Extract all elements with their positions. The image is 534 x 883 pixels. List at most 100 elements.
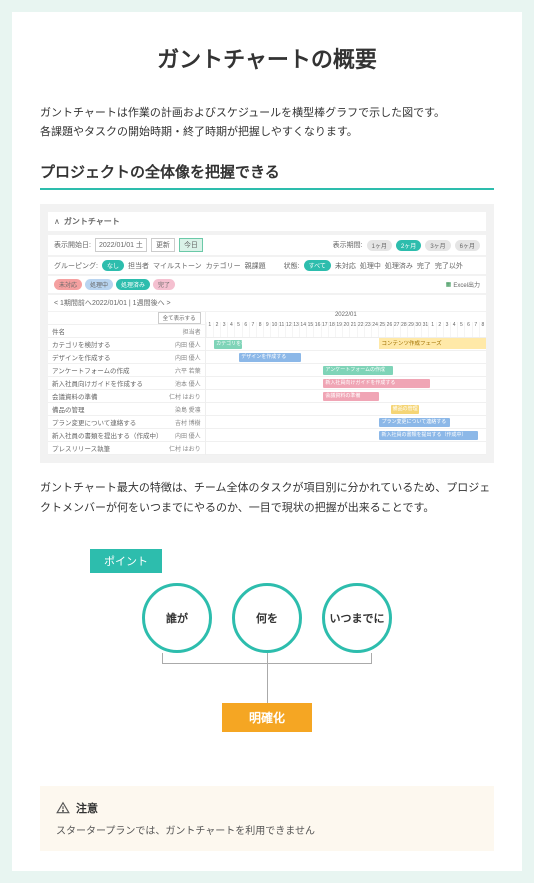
description-text: ガントチャート最大の特徴は、チーム全体のタスクが項目別に分かれているため、プロジ…	[40, 479, 494, 519]
page-title: ガントチャートの概要	[40, 42, 494, 74]
grouping-option[interactable]: 親課題	[245, 261, 266, 271]
day-cell: 10	[270, 322, 277, 337]
excel-export-button[interactable]: ▦ Excel出力	[446, 280, 480, 289]
gantt-header-row: 件名 担当者	[48, 325, 205, 338]
gantt-grid: 全て表示する 件名 担当者 カテゴリを検討する内田 優人 デザインを作成する内田…	[48, 312, 486, 455]
status-option[interactable]: 未対応	[335, 261, 356, 271]
day-cell: 1	[428, 322, 435, 337]
status-option[interactable]: 完了	[417, 261, 431, 271]
intro-text: ガントチャートは作業の計画およびスケジュールを横型棒グラフで示した図です。 各課…	[40, 104, 494, 141]
collapse-icon[interactable]: ∧	[54, 217, 60, 226]
status-option[interactable]: 完了以外	[435, 261, 463, 271]
gantt-title: ガントチャート	[64, 216, 120, 227]
circle-what: 何を	[232, 583, 302, 653]
gantt-bar[interactable]: デザインを作成する	[239, 353, 301, 362]
status-option[interactable]: 処理済み	[385, 261, 413, 271]
table-row[interactable]: デザインを作成する内田 優人	[48, 351, 205, 364]
warning-title: 注意	[56, 800, 478, 816]
day-cell: 5	[457, 322, 464, 337]
circle-row: 誰が 何を いつまでに	[40, 583, 494, 653]
day-cell: 28	[400, 322, 407, 337]
table-row[interactable]: プラン変更について連絡する吉村 博樹	[48, 416, 205, 429]
day-cell: 27	[393, 322, 400, 337]
day-cell: 11	[278, 322, 285, 337]
warning-icon	[56, 801, 70, 815]
day-cell: 24	[371, 322, 378, 337]
intro-line-1: ガントチャートは作業の計画およびスケジュールを横型棒グラフで示した図です。	[40, 107, 445, 119]
table-row[interactable]: プレスリリース執筆仁村 はおり	[48, 442, 205, 455]
gantt-tags-row: 未対応 処理中 処理済み 完了 ▦ Excel出力	[48, 276, 486, 293]
connector-lines	[142, 663, 392, 703]
day-cell: 7	[472, 322, 479, 337]
day-cell: 23	[364, 322, 371, 337]
day-cell: 5	[234, 322, 241, 337]
day-cell: 8	[479, 322, 486, 337]
day-cell: 4	[227, 322, 234, 337]
gantt-bar[interactable]: プラン変更について連絡する	[379, 418, 449, 427]
grouping-option[interactable]: マイルストーン	[153, 261, 202, 271]
gantt-bar[interactable]: 備品の管理	[391, 405, 419, 414]
start-date-input[interactable]: 2022/01/01 土	[95, 238, 147, 252]
gantt-bar[interactable]: 新入社員の書類を提出する（作成中）	[379, 431, 477, 440]
range-option[interactable]: 1ヶ月	[367, 240, 392, 251]
gantt-bar[interactable]: 新入社員向けガイドを作成する	[323, 379, 430, 388]
range-option[interactable]: 3ヶ月	[425, 240, 450, 251]
gantt-nav-row: < 1期間前へ 2022/01/01 | 1週間後へ >	[48, 295, 486, 311]
warning-label-text: 注意	[76, 800, 98, 816]
gantt-timeline: 2022/01 12345678910111213141516171819202…	[206, 312, 486, 455]
gantt-bar[interactable]: 会議資料の準備	[323, 392, 379, 401]
concept-diagram: ポイント 誰が 何を いつまでに 明確化	[40, 539, 494, 762]
range-option[interactable]: 6ヶ月	[455, 240, 480, 251]
grouping-option[interactable]: カテゴリー	[206, 261, 241, 271]
table-row[interactable]: アンケートフォームの作成六平 若葉	[48, 364, 205, 377]
gantt-header: ∧ ガントチャート	[48, 212, 486, 231]
day-cell: 21	[349, 322, 356, 337]
month-label: 2022/01	[206, 312, 486, 322]
day-cell: 4	[450, 322, 457, 337]
day-cell: 29	[407, 322, 414, 337]
day-cell: 3	[443, 322, 450, 337]
col-subject: 件名	[52, 326, 163, 336]
gantt-bar[interactable]: カテゴリを検討する	[214, 340, 242, 349]
circle-when: いつまでに	[322, 583, 392, 653]
day-cell: 12	[285, 322, 292, 337]
expand-all-button[interactable]: 全て表示する	[158, 312, 201, 324]
today-button[interactable]: 今日	[179, 238, 203, 252]
day-cell: 3	[220, 322, 227, 337]
clarify-label: 明確化	[222, 703, 312, 732]
reset-date-link[interactable]: 2022/01/01 | 1週間後へ >	[92, 298, 171, 308]
status-tag: 処理中	[85, 279, 113, 290]
table-row[interactable]: 新入社員向けガイドを作成する池本 優人	[48, 377, 205, 390]
day-cell: 13	[292, 322, 299, 337]
day-cell: 1	[206, 322, 213, 337]
excel-icon: ▦	[446, 281, 452, 288]
day-cell: 7	[249, 322, 256, 337]
day-cell: 18	[328, 322, 335, 337]
day-cell: 16	[313, 322, 320, 337]
day-cell: 2	[436, 322, 443, 337]
update-button[interactable]: 更新	[151, 238, 175, 252]
day-cell: 19	[335, 322, 342, 337]
grouping-option[interactable]: 担当者	[128, 261, 149, 271]
prev-period-link[interactable]: < 1期間前へ	[54, 298, 92, 308]
gantt-controls-row-1: 表示開始日: 2022/01/01 土 更新 今日 表示期間: 1ヶ月 2ヶ月 …	[48, 235, 486, 255]
gantt-task-list: 全て表示する 件名 担当者 カテゴリを検討する内田 優人 デザインを作成する内田…	[48, 312, 206, 455]
status-option[interactable]: 処理中	[360, 261, 381, 271]
day-cell: 26	[385, 322, 392, 337]
table-row[interactable]: 新入社員の書類を提出する（作成中）内田 優人	[48, 429, 205, 442]
circle-who: 誰が	[142, 583, 212, 653]
status-option[interactable]: すべて	[304, 260, 331, 271]
gantt-screenshot: ∧ ガントチャート 表示開始日: 2022/01/01 土 更新 今日 表示期間…	[40, 204, 494, 463]
gantt-bar[interactable]: アンケートフォームの作成	[323, 366, 393, 375]
status-tag: 完了	[153, 279, 175, 290]
start-date-label: 表示開始日:	[54, 240, 91, 250]
page-container: ガントチャートの概要 ガントチャートは作業の計画およびスケジュールを横型棒グラフ…	[12, 12, 522, 871]
grouping-option[interactable]: なし	[102, 260, 124, 271]
status-label: 状態:	[284, 261, 300, 271]
table-row[interactable]: 会議資料の準備仁村 はおり	[48, 390, 205, 403]
table-row[interactable]: 備品の管理染島 愛凛	[48, 403, 205, 416]
range-option[interactable]: 2ヶ月	[396, 240, 421, 251]
table-row[interactable]: カテゴリを検討する内田 優人	[48, 338, 205, 351]
point-label: ポイント	[90, 549, 162, 573]
intro-line-2: 各課題やタスクの開始時期・終了時期が把握しやすくなります。	[40, 126, 358, 138]
